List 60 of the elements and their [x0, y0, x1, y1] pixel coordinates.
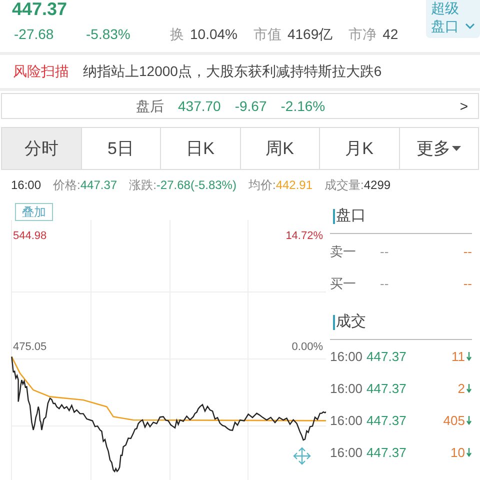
down-arrow-icon [466, 416, 472, 425]
trade-volume: 10 [450, 444, 465, 462]
change-percent: -5.83% [86, 24, 132, 44]
trade-volume: 11 [450, 348, 465, 366]
trade-price: 447.37 [366, 444, 406, 462]
after-hours-label: 盘后 [136, 96, 164, 116]
order-label: 卖一 [330, 243, 357, 262]
order-price: -- [380, 243, 390, 262]
trade-time: 16:00 [330, 380, 363, 398]
after-hours-bar[interactable]: 盘后 437.70 -9.67 -2.16% > [1, 93, 479, 119]
change-label: 涨跌: [129, 177, 156, 194]
change-text: -27.68 [13, 24, 55, 44]
change-value: -27.68(-5.83%) [156, 177, 236, 194]
risk-scan-label: 风险扫描 [13, 62, 69, 81]
average-label: 均价: [248, 177, 276, 194]
stat-label: 市值 [253, 24, 282, 44]
time-text: 16:00 [11, 177, 42, 194]
trade-volume: 405 [442, 412, 465, 430]
axis-label: 0.00% [292, 340, 323, 355]
trade-time: 16:00 [330, 444, 363, 462]
trade-time: 16:00 [330, 348, 363, 366]
trade-price: 447.37 [366, 348, 406, 366]
down-arrow-icon [466, 352, 472, 361]
order-price: -- [380, 275, 390, 294]
price-value: 447.37 [80, 177, 118, 194]
chevron-down-icon [465, 23, 475, 29]
average-value: 442.91 [276, 177, 313, 194]
order-volume: -- [462, 243, 472, 262]
after-hours-price: 437.70 [178, 96, 221, 116]
price-text: 447.37 [12, 0, 68, 18]
after-hours-change: -9.67 [234, 96, 267, 116]
trade-price: 447.37 [366, 380, 406, 398]
stat-value: 4169亿 [287, 24, 333, 44]
order-label: 买一 [330, 275, 357, 294]
stat-value: 42 [382, 24, 398, 44]
accent-bar [333, 315, 335, 330]
accent-bar [333, 209, 335, 224]
stat-label: 换 [170, 24, 184, 44]
stat-label: 市净 [348, 24, 377, 44]
expand-icon [293, 447, 311, 465]
trade-price: 447.37 [366, 412, 406, 430]
axis-label: 475.05 [13, 340, 47, 355]
axis-label: 14.72% [286, 229, 323, 244]
section-title: 盘口 [336, 206, 366, 226]
news-headline[interactable]: 纳指站上12000点，大股东获利减持特斯拉大跌6 [83, 61, 382, 82]
section-title: 成交 [336, 312, 366, 332]
volume-label: 成交量: [324, 177, 364, 194]
volume-value: 4299 [364, 177, 391, 194]
axis-label: 544.98 [13, 229, 47, 244]
down-arrow-icon [466, 448, 472, 457]
trade-volume: 2 [456, 380, 465, 398]
order-volume: -- [462, 275, 472, 294]
caret-icon [452, 146, 462, 151]
price-label: 价格: [53, 177, 80, 194]
chart-tab[interactable]: 分时 [2, 128, 80, 169]
trade-time: 16:00 [330, 412, 363, 430]
down-arrow-icon [466, 384, 472, 393]
after-hours-percent: -2.16% [280, 96, 326, 116]
arrow-text: > [460, 96, 468, 116]
stat-value: 10.04% [190, 24, 238, 44]
